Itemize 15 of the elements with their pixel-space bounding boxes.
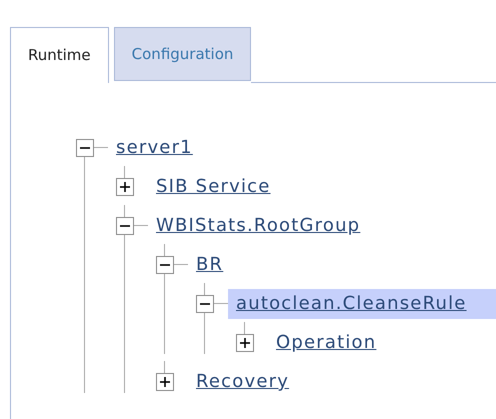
plus-box-icon[interactable] — [116, 178, 134, 196]
tree-link[interactable]: BR — [196, 251, 224, 278]
tree-link[interactable]: server1 — [116, 134, 193, 161]
plus-box-icon[interactable] — [236, 334, 254, 352]
minus-box-icon[interactable] — [116, 216, 134, 234]
tree-link[interactable]: WBIStats.RootGroup — [156, 212, 360, 239]
minus-box-icon[interactable] — [76, 138, 94, 156]
plus-box-icon[interactable] — [156, 372, 174, 390]
tab[interactable]: Runtime — [10, 27, 109, 83]
tree-link[interactable]: Recovery — [196, 368, 290, 395]
minus-box-icon[interactable] — [196, 294, 214, 312]
tree-link[interactable]: Operation — [276, 329, 376, 356]
minus-box-icon[interactable] — [156, 256, 174, 274]
tree-link[interactable]: autoclean.CleanseRule — [236, 290, 467, 317]
tree-link[interactable]: SIB Service — [156, 173, 271, 200]
